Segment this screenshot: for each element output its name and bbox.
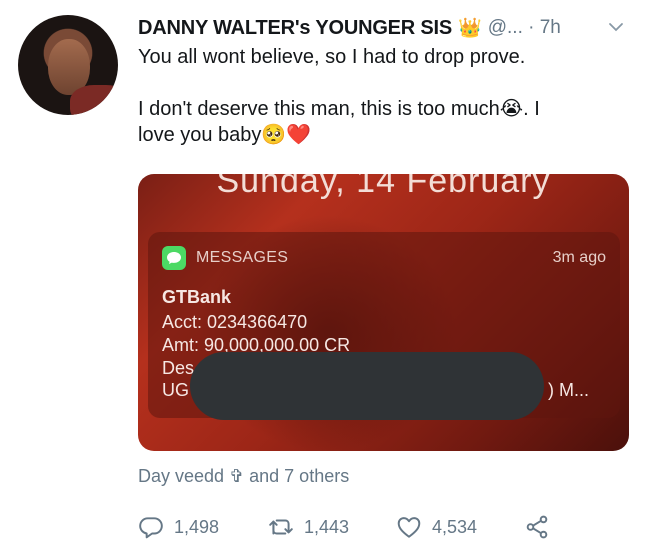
tweet-media-image[interactable]: Sunday, 14 February MESSAGES 3m ago GTBa… bbox=[138, 174, 629, 451]
share-button[interactable] bbox=[524, 514, 550, 540]
retweet-button[interactable]: 1,443 bbox=[268, 514, 349, 540]
share-icon bbox=[526, 515, 548, 539]
tweet-actions: 1,498 1,443 4,534 bbox=[138, 514, 638, 544]
retweet-count: 1,443 bbox=[304, 516, 350, 537]
messages-app-icon bbox=[162, 246, 186, 270]
redaction-bar bbox=[190, 352, 544, 420]
like-button[interactable]: 4,534 bbox=[396, 514, 477, 540]
retweet-icon bbox=[269, 519, 293, 535]
tweet-text: You all wont believe, so I had to drop p… bbox=[138, 44, 633, 148]
avatar-clothing bbox=[70, 85, 118, 115]
reply-count: 1,498 bbox=[174, 516, 220, 537]
notification-ug: UG bbox=[162, 380, 189, 400]
author-name[interactable]: DANNY WALTER's YOUNGER SIS bbox=[138, 17, 452, 40]
liked-by-text[interactable]: Day veedd ✞ and 7 others bbox=[138, 466, 349, 487]
tweet-text-line: I don't deserve this man, this is too mu… bbox=[138, 98, 540, 120]
notification-sender: GTBank bbox=[162, 287, 232, 307]
lockscreen-date: Sunday, 14 February bbox=[216, 174, 551, 200]
notification-tail: ) M... bbox=[548, 380, 589, 400]
notification-desc: Des bbox=[162, 358, 195, 378]
reply-icon bbox=[139, 517, 163, 539]
tweet-text-line: love you baby🥺❤️ bbox=[138, 124, 312, 146]
notification-time: 3m ago bbox=[552, 249, 606, 266]
tweet-header: DANNY WALTER's YOUNGER SIS 👑 @... · 7h bbox=[138, 15, 638, 41]
author-avatar[interactable] bbox=[18, 15, 118, 115]
heart-icon bbox=[397, 517, 421, 538]
notification-app-name: MESSAGES bbox=[196, 249, 289, 266]
author-handle[interactable]: @... · 7h bbox=[488, 17, 561, 39]
chevron-down-icon[interactable] bbox=[606, 17, 626, 37]
tweet-text-line: You all wont believe, so I had to drop p… bbox=[138, 46, 526, 68]
notification-account: Acct: 0234366470 bbox=[162, 312, 308, 332]
crown-icon: 👑 bbox=[458, 18, 482, 39]
like-count: 4,534 bbox=[432, 516, 478, 537]
reply-button[interactable]: 1,498 bbox=[138, 514, 219, 540]
